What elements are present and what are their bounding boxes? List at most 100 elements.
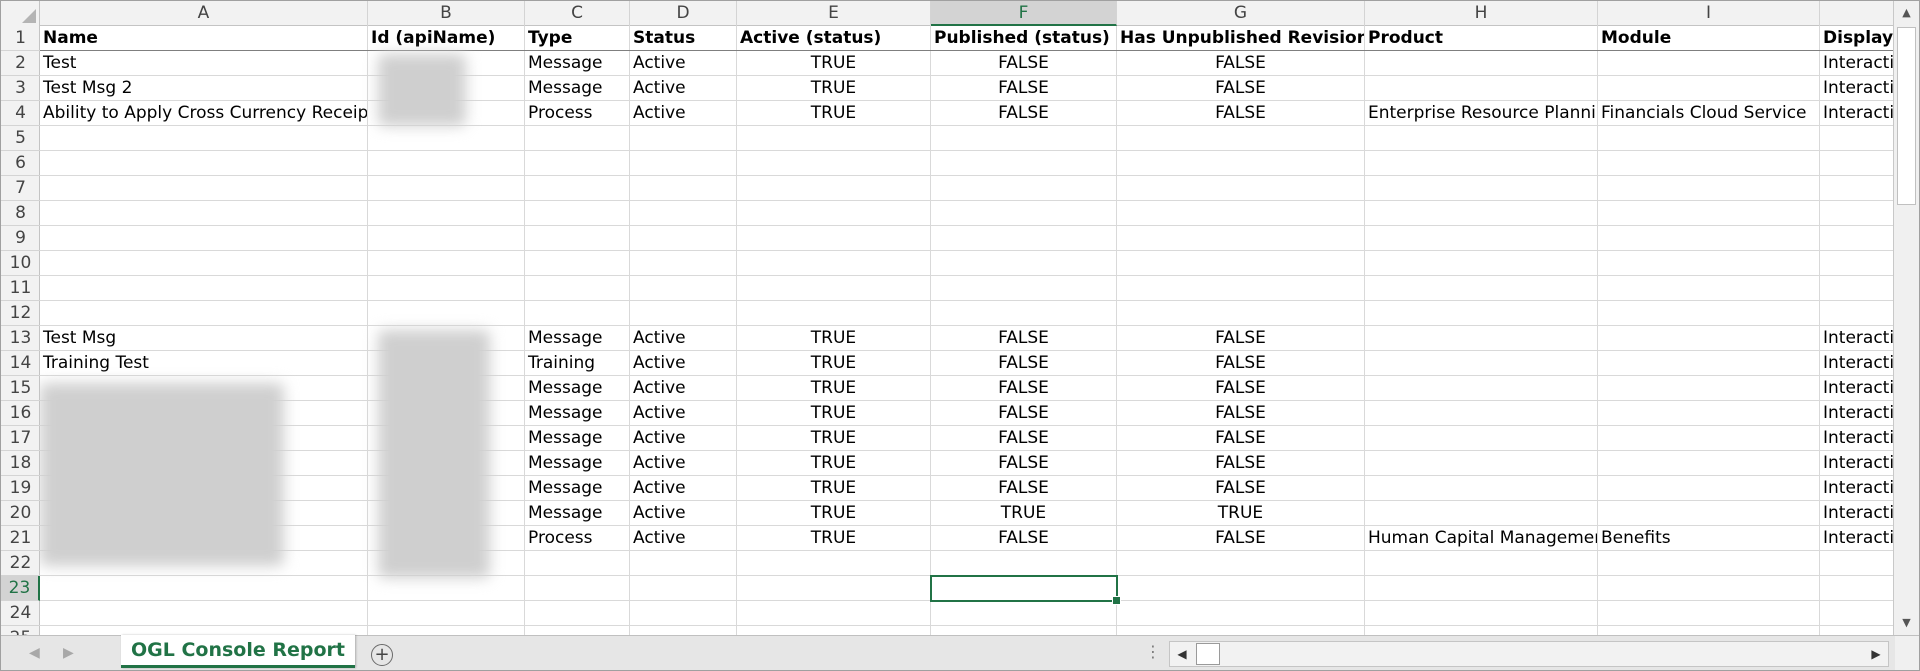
cell-b11[interactable]	[368, 276, 525, 300]
cell-h17[interactable]	[1365, 426, 1598, 450]
column-title-module[interactable]: Module	[1598, 26, 1820, 50]
row-header-18[interactable]: 18	[1, 451, 40, 476]
cell-e12[interactable]	[737, 301, 931, 325]
cell-g25[interactable]	[1117, 626, 1365, 635]
cell-f12[interactable]	[931, 301, 1117, 325]
cell-e23[interactable]	[737, 576, 931, 600]
cell-h15[interactable]	[1365, 376, 1598, 400]
cell-j3[interactable]: Interactive	[1820, 76, 1895, 100]
vertical-scrollbar[interactable]: ▲ ▼	[1893, 1, 1919, 635]
cell-d6[interactable]	[630, 151, 737, 175]
vertical-scroll-thumb[interactable]	[1897, 27, 1916, 205]
cell-c20[interactable]: Message	[525, 501, 630, 525]
cell-g10[interactable]	[1117, 251, 1365, 275]
cell-j11[interactable]	[1820, 276, 1895, 300]
cell-c10[interactable]	[525, 251, 630, 275]
cell-c18[interactable]: Message	[525, 451, 630, 475]
cell-f2[interactable]: FALSE	[931, 51, 1117, 75]
cell-e3[interactable]: TRUE	[737, 76, 931, 100]
cell-h7[interactable]	[1365, 176, 1598, 200]
cell-f13[interactable]: FALSE	[931, 326, 1117, 350]
column-title-type[interactable]: Type	[525, 26, 630, 50]
cell-area[interactable]: Name Id (apiName) Type Status Active (status…	[40, 26, 1895, 635]
cell-c22[interactable]	[525, 551, 630, 575]
horizontal-scrollbar[interactable]: ◀ ▶	[1169, 641, 1889, 667]
cell-j15[interactable]: Interactive	[1820, 376, 1895, 400]
cell-g8[interactable]	[1117, 201, 1365, 225]
cell-f22[interactable]	[931, 551, 1117, 575]
cell-i21[interactable]: Benefits	[1598, 526, 1820, 550]
cell-f6[interactable]	[931, 151, 1117, 175]
cell-b6[interactable]	[368, 151, 525, 175]
cell-c9[interactable]	[525, 226, 630, 250]
row-header-7[interactable]: 7	[1, 176, 40, 201]
cell-b7[interactable]	[368, 176, 525, 200]
cell-e9[interactable]	[737, 226, 931, 250]
row-header-16[interactable]: 16	[1, 401, 40, 426]
column-header-j[interactable]	[1820, 1, 1895, 26]
cell-d7[interactable]	[630, 176, 737, 200]
cell-e16[interactable]: TRUE	[737, 401, 931, 425]
cell-a2[interactable]: Test	[40, 51, 368, 75]
cell-c24[interactable]	[525, 601, 630, 625]
cell-f8[interactable]	[931, 201, 1117, 225]
cell-e15[interactable]: TRUE	[737, 376, 931, 400]
cell-e7[interactable]	[737, 176, 931, 200]
cell-a25[interactable]	[40, 626, 368, 635]
cell-i3[interactable]	[1598, 76, 1820, 100]
column-header-i[interactable]: I	[1598, 1, 1820, 26]
cell-f19[interactable]: FALSE	[931, 476, 1117, 500]
cell-d4[interactable]: Active	[630, 101, 737, 125]
cell-i16[interactable]	[1598, 401, 1820, 425]
column-header-f[interactable]: F	[931, 1, 1117, 26]
cell-j22[interactable]	[1820, 551, 1895, 575]
row-header-24[interactable]: 24	[1, 601, 40, 626]
cell-h10[interactable]	[1365, 251, 1598, 275]
cell-g11[interactable]	[1117, 276, 1365, 300]
row-header-11[interactable]: 11	[1, 276, 40, 301]
cell-j20[interactable]: Interactive	[1820, 501, 1895, 525]
cell-j12[interactable]	[1820, 301, 1895, 325]
cell-h12[interactable]	[1365, 301, 1598, 325]
cell-a11[interactable]	[40, 276, 368, 300]
cell-e21[interactable]: TRUE	[737, 526, 931, 550]
column-header-g[interactable]: G	[1117, 1, 1365, 26]
column-header-c[interactable]: C	[525, 1, 630, 26]
cell-i15[interactable]	[1598, 376, 1820, 400]
cell-j19[interactable]: Interactive	[1820, 476, 1895, 500]
next-sheet-icon[interactable]: ▶	[63, 645, 74, 661]
cell-e18[interactable]: TRUE	[737, 451, 931, 475]
cell-g16[interactable]: FALSE	[1117, 401, 1365, 425]
cell-d17[interactable]: Active	[630, 426, 737, 450]
cell-f21[interactable]: FALSE	[931, 526, 1117, 550]
cell-i18[interactable]	[1598, 451, 1820, 475]
cell-f15[interactable]: FALSE	[931, 376, 1117, 400]
cell-g23[interactable]	[1117, 576, 1365, 600]
column-header-a[interactable]: A	[40, 1, 368, 26]
cell-h8[interactable]	[1365, 201, 1598, 225]
cell-c21[interactable]: Process	[525, 526, 630, 550]
cell-c17[interactable]: Message	[525, 426, 630, 450]
column-title-product[interactable]: Product	[1365, 26, 1598, 50]
cell-d22[interactable]	[630, 551, 737, 575]
column-title-active-status[interactable]: Active (status)	[737, 26, 931, 50]
cell-g18[interactable]: FALSE	[1117, 451, 1365, 475]
cell-g3[interactable]: FALSE	[1117, 76, 1365, 100]
cell-g17[interactable]: FALSE	[1117, 426, 1365, 450]
cell-g24[interactable]	[1117, 601, 1365, 625]
cell-e2[interactable]: TRUE	[737, 51, 931, 75]
cell-d11[interactable]	[630, 276, 737, 300]
cell-j21[interactable]: Interactive	[1820, 526, 1895, 550]
cell-i13[interactable]	[1598, 326, 1820, 350]
cell-c4[interactable]: Process	[525, 101, 630, 125]
cell-c23[interactable]	[525, 576, 630, 600]
cell-g5[interactable]	[1117, 126, 1365, 150]
cell-c7[interactable]	[525, 176, 630, 200]
cell-i8[interactable]	[1598, 201, 1820, 225]
row-header-14[interactable]: 14	[1, 351, 40, 376]
cell-h18[interactable]	[1365, 451, 1598, 475]
cell-d8[interactable]	[630, 201, 737, 225]
cell-f7[interactable]	[931, 176, 1117, 200]
cell-a12[interactable]	[40, 301, 368, 325]
cell-a5[interactable]	[40, 126, 368, 150]
